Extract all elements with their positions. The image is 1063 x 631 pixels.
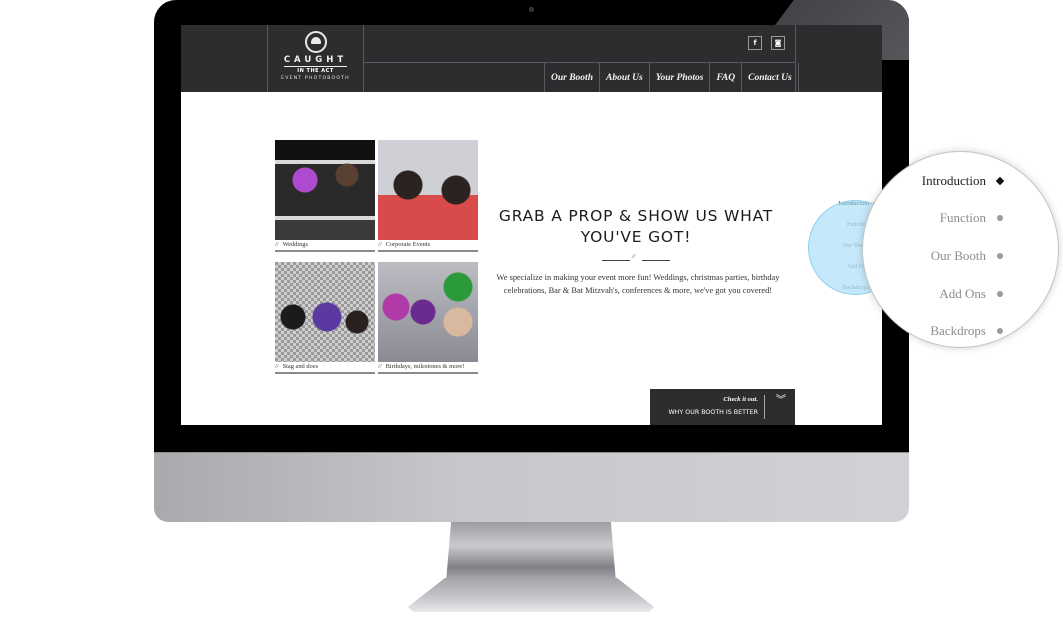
magnifier-callout: Introduction Function Our Booth Add Ons …: [862, 151, 1059, 348]
section-nav-label: Backdrops: [930, 323, 986, 339]
section-nav-function[interactable]: Function: [893, 200, 1003, 238]
bullet-icon: [997, 252, 1003, 259]
tile-caption: //Birthdays, milestones & more!: [378, 363, 478, 374]
caption-prefix: //: [378, 363, 382, 370]
imac-foot: [408, 578, 654, 612]
nav-contact-us[interactable]: Contact Us: [742, 63, 799, 92]
section-headline: GRAB A PROP & SHOW US WHAT YOU'VE GOT!: [498, 207, 774, 246]
section-nav-magnified: Introduction Function Our Booth Add Ons …: [893, 162, 1005, 347]
gallery-tile-corporate[interactable]: //Corporate Events: [378, 140, 478, 252]
section-nav-label: Our Booth: [930, 247, 986, 263]
chevron-double-down-icon: ︾: [776, 395, 786, 406]
photo-stag: [275, 262, 375, 362]
tile-caption: //Corporate Events: [378, 241, 478, 252]
nav-your-photos[interactable]: Your Photos: [650, 63, 711, 92]
logo-tagline: IN THE ACT: [297, 68, 334, 74]
imac-chin: [154, 452, 909, 522]
tile-caption: //Stag and does: [275, 363, 375, 374]
bullet-icon: [997, 328, 1003, 335]
caption-text: Stag and does: [282, 363, 319, 370]
bullet-icon: [997, 215, 1003, 222]
gallery-tile-stag[interactable]: //Stag and does: [275, 262, 375, 374]
section-nav-backdrops[interactable]: Backdrops: [893, 312, 1003, 347]
section-nav-add-ons[interactable]: Add Ons: [893, 275, 1003, 313]
camera-icon: [529, 7, 534, 12]
nav-our-booth[interactable]: Our Booth: [545, 63, 600, 92]
site-logo[interactable]: CAUGHT IN THE ACT EVENT PHOTOBOOTH: [267, 25, 364, 92]
caption-text: Birthdays, milestones & more!: [385, 363, 465, 370]
bullet-icon: [997, 290, 1003, 297]
cta-label: WHY OUR BOOTH IS BETTER: [668, 409, 758, 416]
imac-stand: [446, 522, 616, 582]
instagram-icon[interactable]: ◙: [771, 36, 785, 50]
nav-faq[interactable]: FAQ: [710, 63, 743, 92]
photo-corporate: [378, 140, 478, 240]
cta-divider: [764, 395, 765, 419]
caption-text: Weddings: [282, 241, 308, 248]
headline-ornament: //: [602, 254, 670, 263]
caption-text: Corporate Events: [385, 241, 431, 248]
gallery-tile-birthdays[interactable]: //Birthdays, milestones & more!: [378, 262, 478, 374]
tile-caption: //Weddings: [275, 241, 375, 252]
caption-prefix: //: [378, 241, 382, 248]
photo-weddings: [275, 140, 375, 240]
photo-birthdays: [378, 262, 478, 362]
website-screen: CAUGHT IN THE ACT EVENT PHOTOBOOTH f ◙ O…: [181, 25, 882, 425]
main-nav: Our Booth About Us Your Photos FAQ Conta…: [544, 63, 799, 92]
caption-prefix: //: [275, 241, 279, 248]
facebook-icon[interactable]: f: [748, 36, 762, 50]
nav-about-us[interactable]: About Us: [600, 63, 650, 92]
section-nav-label: Function: [939, 210, 986, 226]
ornament-glyph: //: [632, 254, 636, 260]
section-nav-introduction[interactable]: Introduction: [893, 162, 1005, 200]
section-nav-label: Add Ons: [939, 285, 986, 301]
section-nav-label: Introduction: [921, 172, 986, 188]
why-our-booth-button[interactable]: Check it out. WHY OUR BOOTH IS BETTER ︾: [650, 389, 795, 425]
section-body: We specialize in making your event more …: [496, 273, 780, 295]
cta-eyebrow: Check it out.: [723, 396, 758, 403]
section-nav-our-booth[interactable]: Our Booth: [893, 237, 1003, 275]
caption-prefix: //: [275, 363, 279, 370]
logo-subtitle: EVENT PHOTOBOOTH: [281, 76, 350, 81]
diamond-icon: [995, 176, 1005, 186]
gallery-tile-weddings[interactable]: //Weddings: [275, 140, 375, 252]
logo-icon: [304, 31, 327, 53]
logo-title: CAUGHT: [283, 55, 348, 67]
site-header: CAUGHT IN THE ACT EVENT PHOTOBOOTH f ◙ O…: [181, 25, 882, 92]
